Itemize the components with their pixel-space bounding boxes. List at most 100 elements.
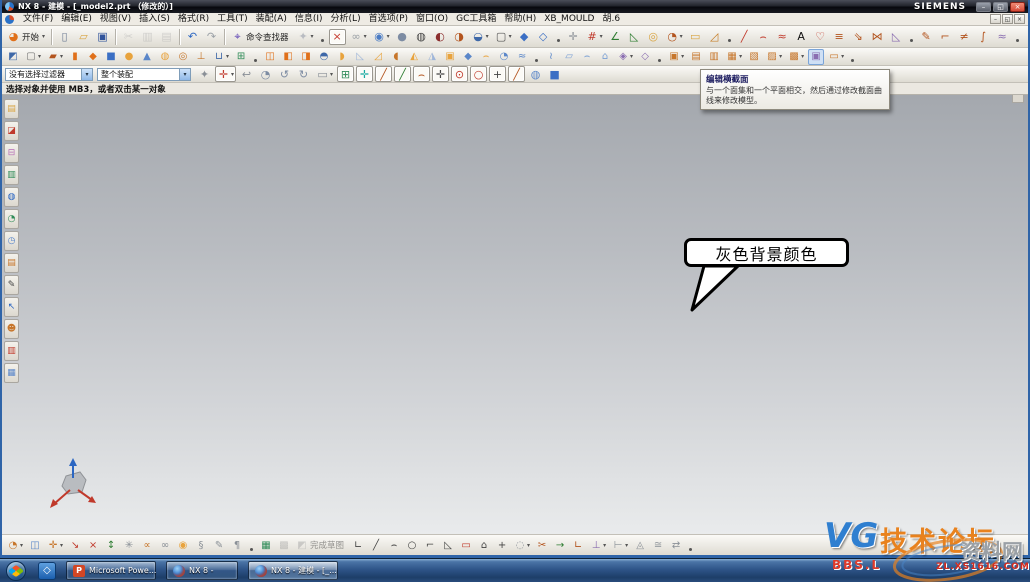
user-interface-preferences-icon[interactable]: ✦▾ [295, 29, 316, 45]
profile-icon[interactable]: ∟ [350, 537, 366, 553]
line-icon[interactable]: ╱ [736, 29, 753, 45]
cylinder-icon[interactable]: ● [121, 49, 137, 65]
local-zoom-icon[interactable]: ◎ [645, 29, 662, 45]
redo-icon[interactable]: ↷ [203, 29, 220, 45]
snap-point-settings-icon[interactable]: ✛ [356, 66, 373, 82]
toolbar-overflow[interactable] [728, 39, 731, 42]
assembly-sequence-icon[interactable]: ✎ [211, 537, 227, 553]
offset-curve-sketch-icon[interactable]: ◌▾ [512, 537, 532, 553]
thicken-icon[interactable]: ▣ [442, 49, 458, 65]
point-icon[interactable]: + [494, 537, 510, 553]
check-clearance-icon[interactable]: ∝ [139, 537, 155, 553]
sheet-operation-icon[interactable]: ◈▾ [615, 49, 635, 65]
pattern-feature-icon[interactable]: ⊞ [233, 49, 249, 65]
component-pattern-icon[interactable]: ✛▾ [45, 537, 65, 553]
latch-position-icon[interactable]: ◔▾ [664, 29, 685, 45]
menu-item-information[interactable]: 信息(I) [291, 13, 327, 25]
shaded-icon[interactable]: ● [394, 29, 411, 45]
surface-shape-icon[interactable]: ♡ [812, 29, 829, 45]
sew-icon[interactable]: ◇ [637, 49, 653, 65]
sphere-icon[interactable]: ◍ [157, 49, 173, 65]
mid-point-snap-icon[interactable]: ╱ [394, 66, 411, 82]
toolbar-overflow[interactable] [910, 39, 913, 42]
interpart-link-icon[interactable]: ∞ [157, 537, 173, 553]
datum-csys-snap-icon[interactable]: ■ [546, 66, 563, 82]
constraint-navigator-tab-icon[interactable]: ◪ [4, 121, 19, 141]
process-studio-tab-icon[interactable]: ◷ [4, 231, 19, 251]
menu-item-file[interactable]: 文件(F) [19, 13, 57, 25]
start-button[interactable] [6, 561, 26, 581]
toolbar-overflow[interactable] [851, 59, 854, 62]
sketch-circle-icon[interactable]: ○ [404, 537, 420, 553]
subtract-icon[interactable]: ◧ [280, 49, 296, 65]
n-sided-surface-icon[interactable]: ⌂ [597, 49, 613, 65]
studio-spline-icon[interactable]: ≈ [774, 29, 791, 45]
menu-item-gc-toolbox[interactable]: GC工具箱 [452, 13, 500, 25]
web-browser-tab-icon[interactable]: ◍ [4, 187, 19, 207]
text-icon[interactable]: A [793, 29, 810, 45]
toolbar-overflow[interactable] [557, 39, 560, 42]
display-sketch-constraints-icon[interactable]: ◬ [632, 537, 648, 553]
chevron-down-icon[interactable]: ▾ [81, 69, 92, 80]
revolve-icon[interactable]: ◆ [85, 49, 101, 65]
groups-tab-icon[interactable]: ☻ [4, 319, 19, 339]
replace-face-icon[interactable]: ▦▾ [724, 49, 744, 65]
close-button[interactable]: × [1010, 2, 1025, 12]
shell-icon[interactable]: ◖ [388, 49, 404, 65]
cone-icon[interactable]: ▲ [139, 49, 155, 65]
menu-item-insert[interactable]: 插入(S) [135, 13, 174, 25]
manufacturing-wizard-tab-icon[interactable]: ▤ [4, 253, 19, 273]
menu-item-preferences[interactable]: 首选项(P) [365, 13, 412, 25]
chevron-down-icon[interactable]: ▾ [179, 69, 190, 80]
pull-face-icon[interactable]: ▤ [688, 49, 704, 65]
point-on-curve-snap-icon[interactable]: ╱ [508, 66, 525, 82]
sketch-in-task-env-icon[interactable]: ▢▾ [23, 49, 43, 65]
assembly-constraints-icon[interactable]: × [85, 537, 101, 553]
relations-browser-icon[interactable]: § [193, 537, 209, 553]
exploded-view-icon[interactable]: ✳ [121, 537, 137, 553]
block-icon[interactable]: ■ [103, 49, 119, 65]
isometric-view-icon[interactable]: ◇ [535, 29, 552, 45]
deselect-last-icon[interactable]: ↩ [238, 66, 255, 82]
pocket-icon[interactable]: ⊔▾ [211, 49, 231, 65]
selection-filter-dropdown[interactable]: 没有选择过滤器 ▾ [5, 68, 93, 81]
quick-extend-icon[interactable]: → [552, 537, 568, 553]
sketch-icon[interactable]: ◩ [5, 49, 21, 65]
command-finder-icon[interactable]: ⌖命令查找器 [229, 29, 293, 45]
offset-curve-icon[interactable]: ≡ [831, 29, 848, 45]
orient-sketch-view-icon[interactable]: ▩ [276, 537, 292, 553]
history-palette-tab-icon[interactable]: ◔ [4, 209, 19, 229]
animate-dimension-icon[interactable]: ≅ [650, 537, 666, 553]
show-degrees-of-freedom-icon[interactable]: ↕ [103, 537, 119, 553]
wave-geometry-linker-icon[interactable]: ◉ [175, 537, 191, 553]
new-file-icon[interactable]: ▯ [56, 29, 73, 45]
menu-item-format[interactable]: 格式(R) [174, 13, 213, 25]
nx-start-icon[interactable]: ◕开始▾ [5, 29, 47, 45]
assembly-navigator-tab-icon[interactable]: ▤ [4, 99, 19, 119]
swept-icon[interactable]: ≀ [543, 49, 559, 65]
snap-point-tool-icon[interactable]: #▾ [584, 29, 605, 45]
chamfer-icon[interactable]: ◺ [352, 49, 368, 65]
enable-snap-point-icon[interactable]: ⊞ [337, 66, 354, 82]
sketch-grid-icon[interactable]: ▦ [258, 537, 274, 553]
selection-settings-icon[interactable]: ✦ [196, 66, 213, 82]
split-body-icon[interactable]: ◮ [424, 49, 440, 65]
child-restore-button[interactable]: ◱ [1002, 14, 1013, 24]
geometric-constraints-icon[interactable]: ⊥▾ [588, 537, 608, 553]
menu-item-analysis[interactable]: 分析(L) [327, 13, 365, 25]
section-curve-icon[interactable]: ◺ [888, 29, 905, 45]
face-analysis-icon[interactable]: ◑ [451, 29, 468, 45]
studio-render-icon[interactable]: ◐ [432, 29, 449, 45]
quick-trim-icon[interactable]: ✂ [534, 537, 550, 553]
select-tool-tab-icon[interactable]: ↖ [4, 297, 19, 317]
delete-face-icon[interactable]: ▩▾ [786, 49, 806, 65]
measure-distance-icon[interactable]: ∠ [607, 29, 624, 45]
control-point-snap-icon[interactable]: ⌢ [413, 66, 430, 82]
child-minimize-button[interactable]: – [990, 14, 1001, 24]
new-component-icon[interactable]: ◫ [27, 537, 43, 553]
extrude-icon[interactable]: ▮ [67, 49, 83, 65]
menu-item-edit[interactable]: 编辑(E) [57, 13, 96, 25]
taskbar-button-powerpoint[interactable]: P Microsoft Powe... [66, 561, 156, 580]
arc-center-snap-icon[interactable]: ⊙ [451, 66, 468, 82]
trim-corner-icon[interactable]: ⌐ [937, 29, 954, 45]
